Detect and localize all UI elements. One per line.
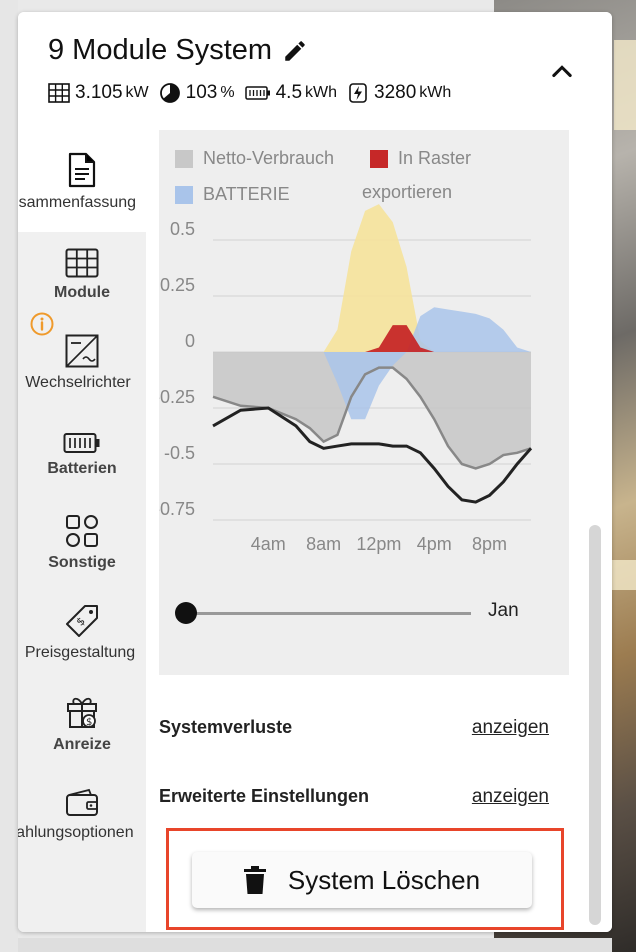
x-tick-label: 4am bbox=[251, 534, 286, 554]
sidebar-item-sonstige[interactable]: Sonstige bbox=[18, 504, 146, 594]
solar-grid-icon bbox=[48, 83, 70, 103]
svg-text:$: $ bbox=[86, 717, 92, 728]
chevron-up-icon[interactable] bbox=[548, 58, 576, 86]
battery-icon bbox=[244, 86, 270, 100]
x-tick-label: 4pm bbox=[417, 534, 452, 554]
erweiterte-einstellungen-show-link[interactable]: anzeigen bbox=[472, 786, 549, 808]
coverage-stat: 103% bbox=[159, 82, 235, 104]
lightning-bolt-icon bbox=[349, 83, 367, 103]
left-gutter bbox=[0, 0, 18, 952]
power-stat: 3.105 kW bbox=[48, 82, 149, 104]
document-icon bbox=[68, 152, 96, 188]
systemverluste-row: Systemverluste anzeigen bbox=[159, 717, 549, 747]
erweiterte-einstellungen-row: Erweiterte Einstellungen anzeigen bbox=[159, 786, 549, 816]
sidebar-item-label: Zahlungsoptionen bbox=[18, 824, 134, 841]
grid-shapes-icon bbox=[66, 515, 98, 547]
content-scrollbar[interactable] bbox=[589, 525, 601, 925]
y-tick-label: 0.5 bbox=[170, 219, 195, 239]
sidebar-item-label: Anreize bbox=[53, 736, 111, 753]
pencil-edit-icon[interactable] bbox=[282, 38, 308, 64]
inverter-icon bbox=[65, 334, 99, 368]
x-tick-label: 8pm bbox=[472, 534, 507, 554]
sidebar-item-label: Wechselrichter bbox=[25, 374, 131, 391]
svg-text:$: $ bbox=[74, 615, 88, 629]
sidebar-item-preisgestaltung[interactable]: $ Preisgestaltung bbox=[18, 594, 146, 684]
battery-stat: 4.5 kWh bbox=[244, 82, 338, 104]
sidebar-item-label: Preisgestaltung bbox=[24, 644, 136, 661]
month-slider-value: Jan bbox=[488, 600, 519, 621]
energy-area-chart: 0.5 0.25 0 -0.25 -0.5 -0.75 4am 8am 12pm 4pm 8pm bbox=[159, 204, 533, 554]
delete-system-button[interactable]: System Löschen bbox=[192, 852, 532, 908]
production-value: 3280 bbox=[374, 82, 417, 103]
coverage-value: 103 bbox=[185, 82, 218, 103]
y-tick-label: -0.75 bbox=[159, 499, 195, 519]
sidebar-item-label: Module bbox=[54, 284, 110, 301]
energy-chart-panel: Netto-Verbrauch In Raster BATTERIE expor… bbox=[159, 130, 569, 675]
power-unit: kW bbox=[125, 84, 149, 101]
wallet-icon bbox=[66, 788, 98, 816]
sidebar-item-label: Zusammenfassung bbox=[18, 194, 137, 211]
sidebar-item-module[interactable]: Module bbox=[18, 234, 146, 324]
system-panel: 9 Module System 3.105 kW 103% 4.5 kWh 32… bbox=[18, 12, 612, 932]
coverage-unit: % bbox=[220, 84, 235, 101]
sidebar-item-zusammenfassung[interactable]: Zusammenfassung bbox=[18, 130, 146, 232]
warning-info-icon[interactable] bbox=[30, 312, 54, 336]
y-tick-label: 0 bbox=[185, 331, 195, 351]
sidebar-item-batterien[interactable]: Batterien bbox=[18, 414, 146, 504]
production-unit: kWh bbox=[419, 84, 452, 101]
systemverluste-show-link[interactable]: anzeigen bbox=[472, 717, 549, 739]
trash-icon bbox=[243, 866, 266, 894]
power-value: 3.105 bbox=[75, 82, 123, 103]
sidebar-nav: Zusammenfassung Module Wechselrichter bbox=[18, 130, 146, 932]
y-tick-label: -0.5 bbox=[164, 443, 195, 463]
gift-icon: $ bbox=[67, 697, 97, 728]
systemverluste-label: Systemverluste bbox=[159, 717, 293, 737]
x-tick-label: 12pm bbox=[356, 534, 401, 554]
bottom-panel-edge bbox=[18, 938, 612, 952]
month-slider-handle[interactable] bbox=[175, 602, 197, 624]
sidebar-item-anreize[interactable]: $ Anreize bbox=[18, 684, 146, 774]
month-slider-track[interactable] bbox=[186, 612, 471, 615]
production-stat: 3280 kWh bbox=[347, 82, 451, 104]
summary-content: Netto-Verbrauch In Raster BATTERIE expor… bbox=[146, 130, 612, 932]
battery-unit: kWh bbox=[305, 84, 338, 101]
y-tick-label: 0.25 bbox=[160, 275, 195, 295]
sidebar-item-label: Sonstige bbox=[48, 554, 116, 571]
solar-panel-icon bbox=[65, 248, 99, 278]
sidebar-item-wechselrichter[interactable]: Wechselrichter bbox=[18, 324, 146, 414]
system-title: 9 Module System bbox=[48, 34, 273, 66]
erweiterte-einstellungen-label: Erweiterte Einstellungen bbox=[159, 786, 370, 806]
pie-coverage-icon bbox=[159, 83, 180, 103]
system-stats: 3.105 kW 103% 4.5 kWh 3280 kWh bbox=[48, 82, 461, 104]
x-tick-label: 8am bbox=[306, 534, 341, 554]
price-tag-icon: $ bbox=[66, 605, 98, 637]
battery-value: 4.5 bbox=[275, 82, 303, 103]
sidebar-item-zahlungsoptionen[interactable]: Zahlungsoptionen bbox=[18, 774, 146, 864]
battery-icon bbox=[63, 433, 100, 453]
sidebar-item-label: Batterien bbox=[47, 460, 117, 477]
delete-system-label: System Löschen bbox=[287, 864, 481, 895]
y-tick-label: -0.25 bbox=[159, 387, 195, 407]
system-header: 9 Module System 3.105 kW 103% 4.5 kWh 32… bbox=[18, 12, 612, 130]
